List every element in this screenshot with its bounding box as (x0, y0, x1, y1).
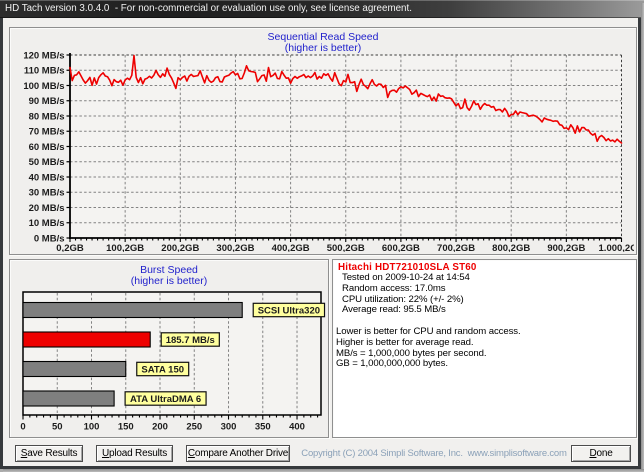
svg-text:900,2GB: 900,2GB (547, 243, 585, 252)
app-window: HD Tach version 3.0.4.0 - For non-commer… (0, 0, 644, 469)
note-higher-better: Higher is better for average read. (336, 336, 474, 348)
svg-text:150: 150 (118, 422, 134, 433)
svg-text:50 MB/s: 50 MB/s (29, 157, 65, 168)
svg-text:350: 350 (255, 422, 271, 433)
compare-another-drive-button[interactable]: Compare Another Drive (186, 445, 290, 462)
svg-text:60 MB/s: 60 MB/s (29, 142, 65, 153)
save-results-button[interactable]: Save Results (15, 445, 83, 462)
svg-text:SCSI Ultra320: SCSI Ultra320 (258, 305, 320, 316)
svg-text:0,2GB: 0,2GB (56, 243, 84, 252)
svg-text:500,2GB: 500,2GB (327, 243, 365, 252)
svg-text:300: 300 (221, 422, 237, 433)
svg-text:70 MB/s: 70 MB/s (29, 127, 65, 138)
svg-text:200: 200 (152, 422, 168, 433)
burst-speed-chart: 0 50 100 150 200 250 300 350 400 SCSI Ultra320 185… (20, 291, 326, 433)
done-button[interactable]: Done (571, 445, 631, 462)
stat-average-read: Average read: 95.5 MB/s (342, 304, 446, 316)
svg-text:400: 400 (289, 422, 305, 433)
svg-text:100 MB/s: 100 MB/s (23, 81, 64, 92)
svg-text:SATA 150: SATA 150 (141, 364, 184, 375)
window-title: HD Tach version 3.0.4.0 - For non-commer… (5, 3, 412, 14)
svg-text:ATA UltraDMA 6: ATA UltraDMA 6 (130, 394, 201, 405)
sequential-read-panel: Sequential Read Speed (higher is better)… (9, 27, 637, 255)
svg-text:0: 0 (20, 422, 25, 433)
title-bar[interactable]: HD Tach version 3.0.4.0 - For non-commer… (0, 0, 644, 18)
svg-text:600,2GB: 600,2GB (382, 243, 420, 252)
svg-text:250: 250 (186, 422, 202, 433)
drive-stats: Tested on 2009-10-24 at 14:54 Random acc… (342, 272, 470, 316)
svg-text:100,2GB: 100,2GB (106, 243, 144, 252)
copyright-text: Copyright (C) 2004 Simpli Software, Inc.… (301, 448, 567, 459)
window-client-area: Sequential Read Speed (higher is better)… (3, 18, 638, 466)
svg-text:1.000,2GB: 1.000,2GB (599, 243, 634, 252)
sequential-read-chart: 120 MB/s 110 MB/s 100 MB/s 90 MB/s 80 MB/s 70… (23, 50, 634, 252)
upload-results-button[interactable]: Upload Results (96, 445, 173, 462)
svg-text:185.7 MB/s: 185.7 MB/s (166, 335, 215, 346)
svg-text:40 MB/s: 40 MB/s (29, 172, 65, 183)
svg-text:90 MB/s: 90 MB/s (29, 96, 65, 107)
drive-info-panel: Hitachi HDT721010SLA ST60 Tested on 2009… (332, 259, 637, 438)
svg-text:50: 50 (52, 422, 63, 433)
svg-text:30 MB/s: 30 MB/s (29, 188, 65, 199)
stat-random-access: Random access: 17.0ms (342, 282, 446, 294)
svg-text:100: 100 (84, 422, 100, 433)
device-name: Hitachi HDT721010SLA ST60 (338, 261, 477, 273)
note-gb-definition: GB = 1,000,000,000 bytes. (336, 358, 448, 370)
svg-text:110 MB/s: 110 MB/s (24, 66, 65, 77)
legend-notes: Lower is better for CPU and random acces… (336, 326, 521, 370)
burst-speed-panel: Burst Speed (higher is better) 0 50 100 150… (9, 259, 329, 438)
svg-text:400,2GB: 400,2GB (272, 243, 310, 252)
svg-text:80 MB/s: 80 MB/s (29, 111, 65, 122)
svg-text:120 MB/s: 120 MB/s (23, 50, 64, 61)
svg-text:10 MB/s: 10 MB/s (29, 218, 65, 229)
svg-text:200,2GB: 200,2GB (161, 243, 199, 252)
svg-text:700,2GB: 700,2GB (437, 243, 475, 252)
svg-text:300,2GB: 300,2GB (216, 243, 254, 252)
svg-text:800,2GB: 800,2GB (492, 243, 530, 252)
svg-text:20 MB/s: 20 MB/s (29, 203, 65, 214)
